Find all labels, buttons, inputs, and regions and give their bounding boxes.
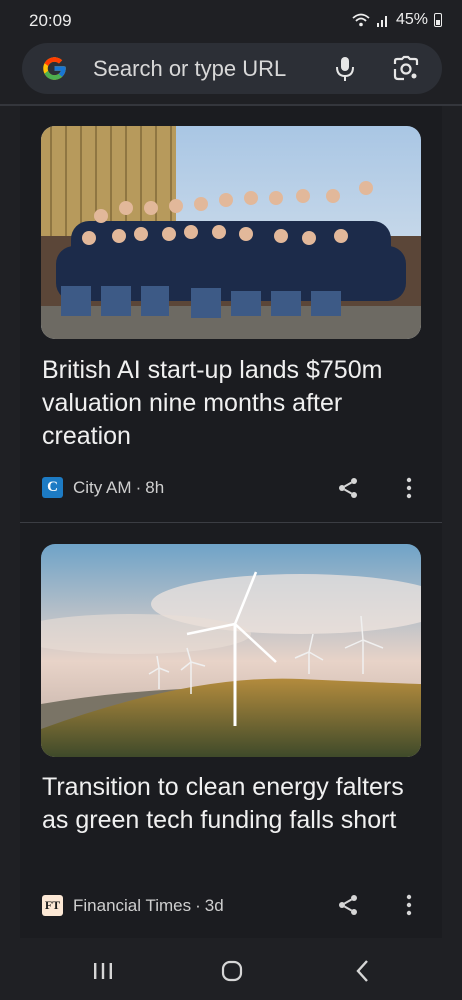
recent-apps-icon[interactable] — [93, 962, 113, 980]
article-source-row: C City AM · 8h — [42, 477, 164, 498]
more-options-icon[interactable] — [405, 477, 413, 499]
share-icon[interactable] — [336, 893, 360, 917]
separator-dot: · — [195, 895, 201, 915]
financial-times-logo-icon: FT — [42, 895, 63, 916]
article-age: 8h — [145, 477, 165, 497]
battery-icon — [434, 13, 442, 27]
article-image-team-photo[interactable] — [41, 126, 421, 339]
more-options-icon[interactable] — [405, 894, 413, 916]
battery-percent: 45% — [395, 11, 428, 28]
search-input[interactable]: Search or type URL — [93, 56, 286, 82]
article-headline[interactable]: Transition to clean energy falters as gr… — [42, 771, 428, 837]
back-icon[interactable] — [355, 959, 369, 983]
home-icon[interactable] — [221, 960, 243, 982]
lens-camera-icon[interactable] — [392, 55, 420, 83]
mic-icon[interactable] — [332, 55, 358, 83]
article-card[interactable]: Transition to clean energy falters as gr… — [20, 523, 442, 938]
share-icon[interactable] — [336, 476, 360, 500]
signal-icon — [376, 16, 387, 27]
wind-turbines-photo — [41, 544, 421, 757]
article-source: Financial Times — [73, 895, 192, 915]
google-logo-icon — [43, 57, 66, 80]
status-icons: 45% — [352, 11, 442, 29]
article-card[interactable]: British AI start-up lands $750m valuatio… — [20, 106, 442, 522]
wifi-icon — [352, 13, 370, 27]
article-source: City AM — [73, 477, 132, 497]
article-image-wind-turbines[interactable] — [41, 544, 421, 757]
city-am-logo-icon: C — [42, 477, 63, 498]
status-bar: 20:09 45% — [0, 0, 462, 42]
status-time: 20:09 — [29, 11, 72, 30]
search-bar[interactable]: Search or type URL — [22, 43, 442, 94]
system-nav-bar — [0, 938, 462, 1000]
separator-dot: · — [135, 477, 142, 497]
article-source-row: FT Financial Times · 3d — [42, 895, 224, 916]
article-age: 3d — [204, 895, 224, 915]
team-group-photo — [41, 126, 421, 339]
article-headline[interactable]: British AI start-up lands $750m valuatio… — [42, 354, 428, 453]
